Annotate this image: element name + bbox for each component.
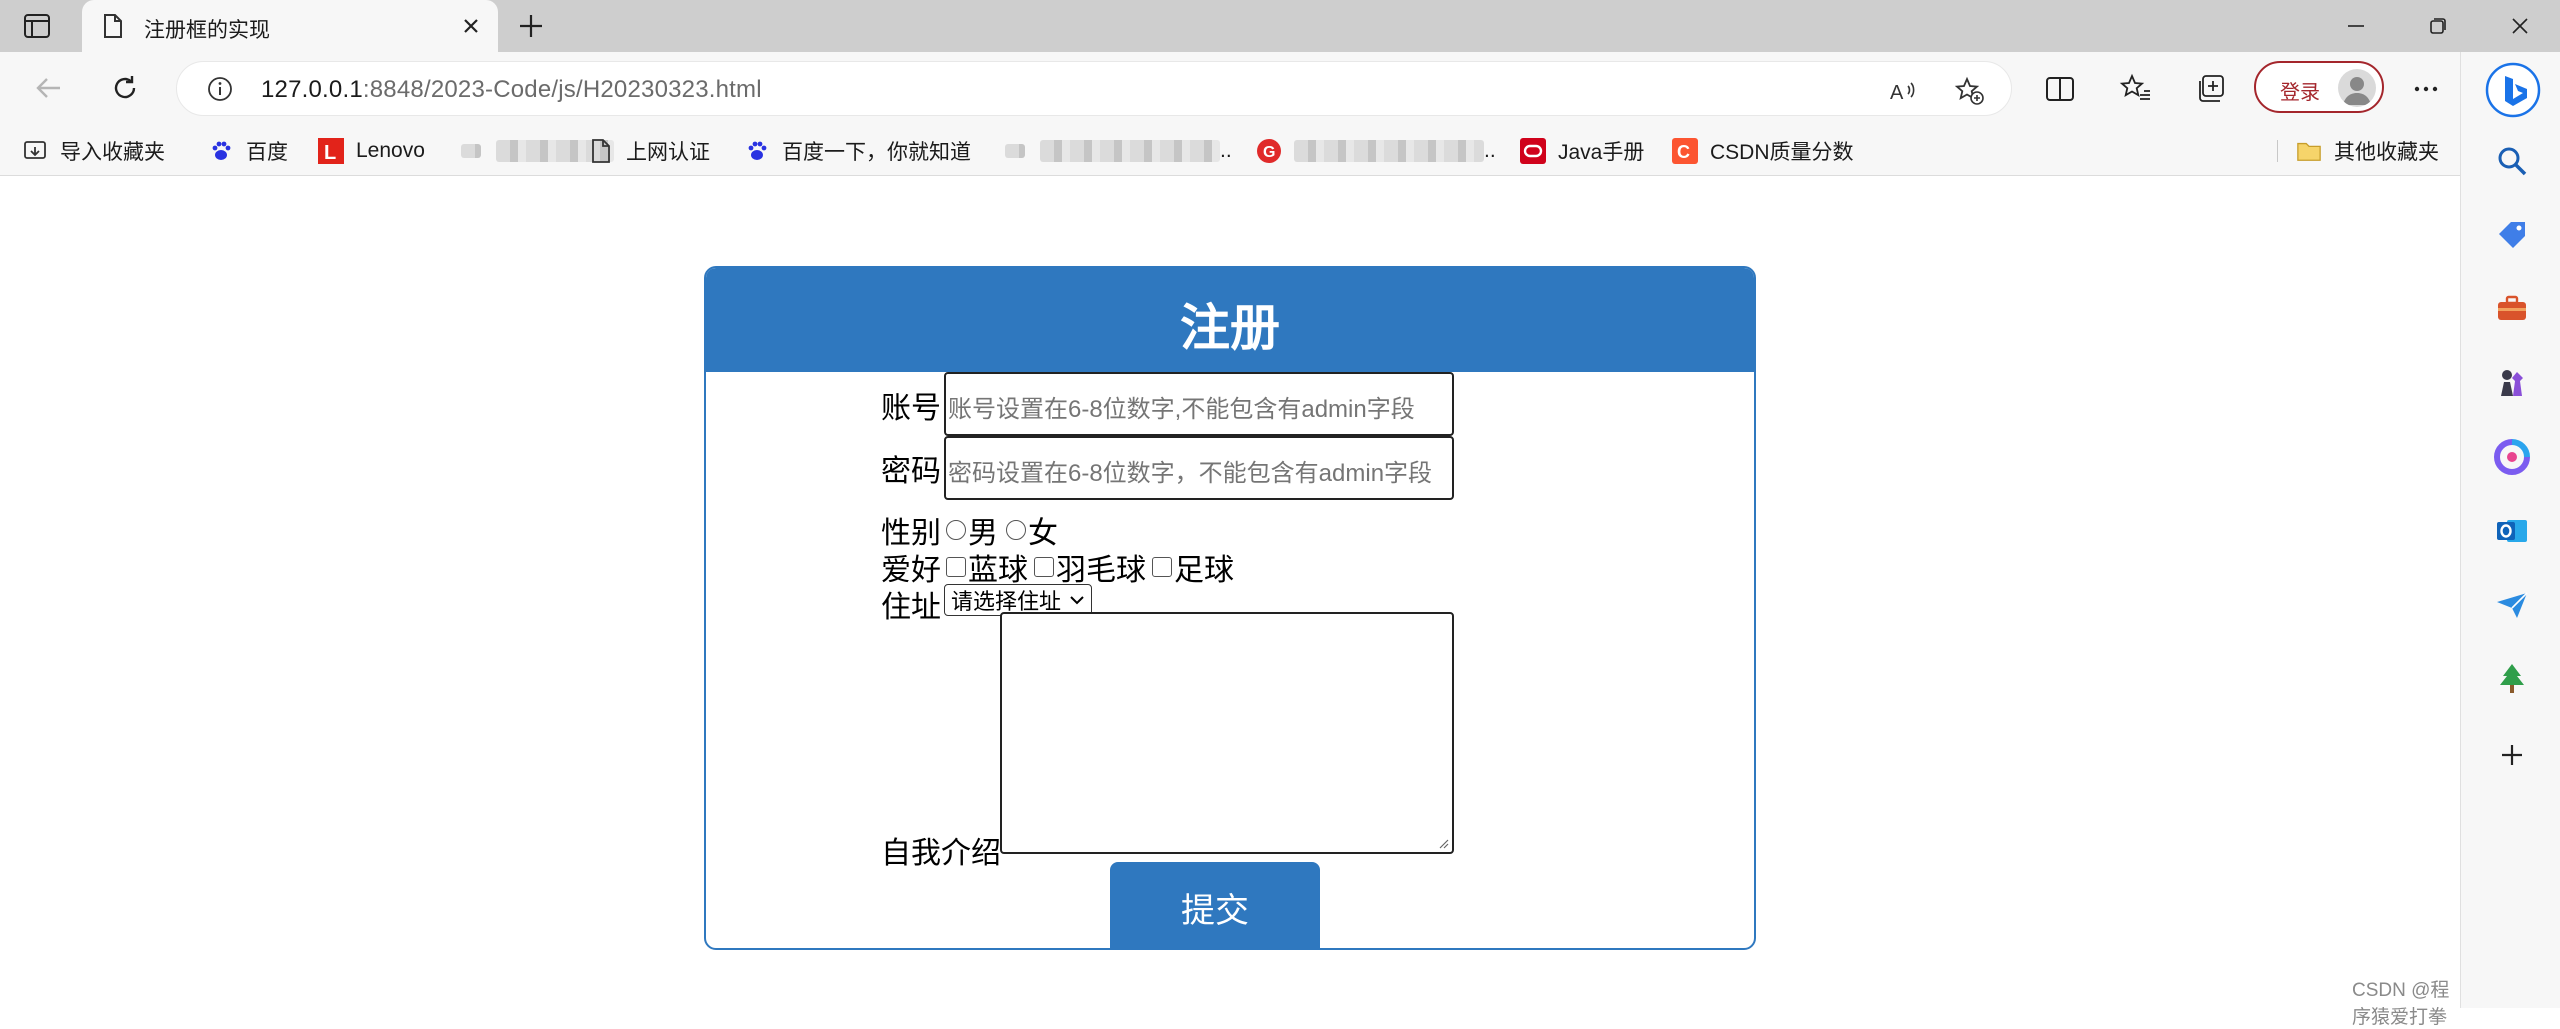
bing-copilot-icon[interactable] [2485,62,2541,118]
fav-baidu[interactable]: 百度 [208,136,288,166]
page-icon [588,138,614,164]
more-options-icon[interactable] [2408,71,2444,107]
password-placeholder: 密码设置在6-8位数字，不能包含有admin字段 [948,460,1433,487]
red-site-icon: G [1256,138,1282,164]
hobby-basketball-option[interactable]: 蓝球 [946,545,1028,589]
close-window-icon[interactable] [2506,12,2534,40]
account-label: 账号 [881,392,941,425]
read-aloud-icon[interactable]: A [1887,75,1919,107]
search-icon[interactable] [2493,142,2531,180]
microsoft365-icon[interactable] [2493,438,2531,476]
edge-sidebar [2460,52,2560,1008]
shopping-tag-icon[interactable] [2493,216,2531,254]
account-placeholder: 账号设置在6-8位数字,不能包含有admin字段 [948,396,1415,423]
favorites-bar: 导入收藏夹 百度 L Lenovo 上网认证 百度一下，你就知道 .. G .. [0,126,2460,176]
svg-text:L: L [324,142,336,164]
tab-strip: 注册框的实现 [0,0,2560,52]
outlook-icon[interactable] [2493,512,2531,550]
games-chess-icon[interactable] [2493,364,2531,402]
add-sidebar-icon[interactable] [2493,736,2531,774]
hobby-basketball-checkbox[interactable] [946,557,966,577]
submit-button[interactable]: 提交 [1110,862,1320,948]
back-arrow-icon[interactable] [30,69,68,107]
new-tab-icon[interactable] [516,11,546,41]
intro-textarea[interactable] [1000,612,1454,854]
baidu-paw-icon [208,138,234,164]
favorites-divider [2277,140,2278,162]
minimize-icon[interactable] [2342,12,2370,40]
hobby-football-option[interactable]: 足球 [1152,545,1234,589]
lenovo-logo-icon: L [318,138,344,164]
gender-female-radio[interactable] [1006,520,1026,540]
login-button[interactable]: 登录 [2254,61,2384,113]
collections-icon[interactable] [2194,71,2230,107]
tree-icon[interactable] [2493,660,2531,698]
fav-network-auth[interactable]: 上网认证 [588,136,710,166]
svg-text:C: C [1677,142,1690,162]
fav-blurred-2[interactable]: .. [1002,136,1232,166]
resize-grip-icon[interactable] [1437,837,1449,849]
page-icon [104,14,122,38]
profile-avatar-icon [2338,69,2376,107]
fav-blurred-3[interactable]: G .. [1256,136,1496,166]
close-tab-icon[interactable] [458,13,484,39]
intro-label: 自我介绍 [881,837,1001,870]
fav-import[interactable]: 导入收藏夹 [22,136,165,166]
svg-text:G: G [1263,144,1275,161]
baidu-paw-icon [744,138,770,164]
folder-icon [2296,138,2322,164]
svg-text:A: A [1890,82,1904,104]
register-form: 注册 账号 账号设置在6-8位数字,不能包含有admin字段 密码 密码设置在6… [704,266,1756,950]
split-screen-icon[interactable] [2042,71,2078,107]
fav-java-manual[interactable]: Java手册 [1520,136,1644,166]
site-info-icon[interactable] [207,76,233,102]
oracle-icon [1520,138,1546,164]
hobby-badminton-option[interactable]: 羽毛球 [1034,545,1146,589]
drop-send-icon[interactable] [2493,586,2531,624]
fav-baidu-search[interactable]: 百度一下，你就知道 [744,136,971,166]
fav-lenovo[interactable]: L Lenovo [318,136,425,166]
tab-title: 注册框的实现 [144,19,270,42]
active-tab[interactable]: 注册框的实现 [82,0,498,52]
page-viewport: 注册 账号 账号设置在6-8位数字,不能包含有admin字段 密码 密码设置在6… [0,177,2460,1028]
browser-toolbar: 127.0.0.1:8848/2023-Code/js/H20230323.ht… [0,52,2460,126]
hobby-football-checkbox[interactable] [1152,557,1172,577]
blurred-site-icon [1002,138,1028,164]
fav-other-folder[interactable]: 其他收藏夹 [2296,136,2439,166]
url-text: 127.0.0.1:8848/2023-Code/js/H20230323.ht… [261,76,762,103]
import-favorites-icon [22,138,48,164]
tools-briefcase-icon[interactable] [2493,290,2531,328]
address-label: 住址 [881,591,941,624]
watermark: CSDN @程序猿爱打拳 [2352,980,2450,1028]
favorites-icon[interactable] [2118,71,2154,107]
blurred-site-icon [458,138,484,164]
form-header: 注册 [706,268,1754,372]
hobby-badminton-checkbox[interactable] [1034,557,1054,577]
add-favorite-icon[interactable] [1953,75,1985,107]
tab-actions-icon[interactable] [22,12,52,40]
password-label: 密码 [881,455,941,488]
account-input[interactable]: 账号设置在6-8位数字,不能包含有admin字段 [944,372,1454,436]
password-input[interactable]: 密码设置在6-8位数字，不能包含有admin字段 [944,436,1454,500]
fav-csdn[interactable]: C CSDN质量分数 [1672,136,1854,166]
restore-icon[interactable] [2424,12,2452,40]
csdn-icon: C [1672,138,1698,164]
address-bar[interactable]: 127.0.0.1:8848/2023-Code/js/H20230323.ht… [176,61,2012,116]
gender-male-radio[interactable] [946,520,966,540]
chevron-down-icon [1070,596,1084,605]
refresh-icon[interactable] [106,69,144,107]
form-title: 注册 [1180,300,1280,356]
